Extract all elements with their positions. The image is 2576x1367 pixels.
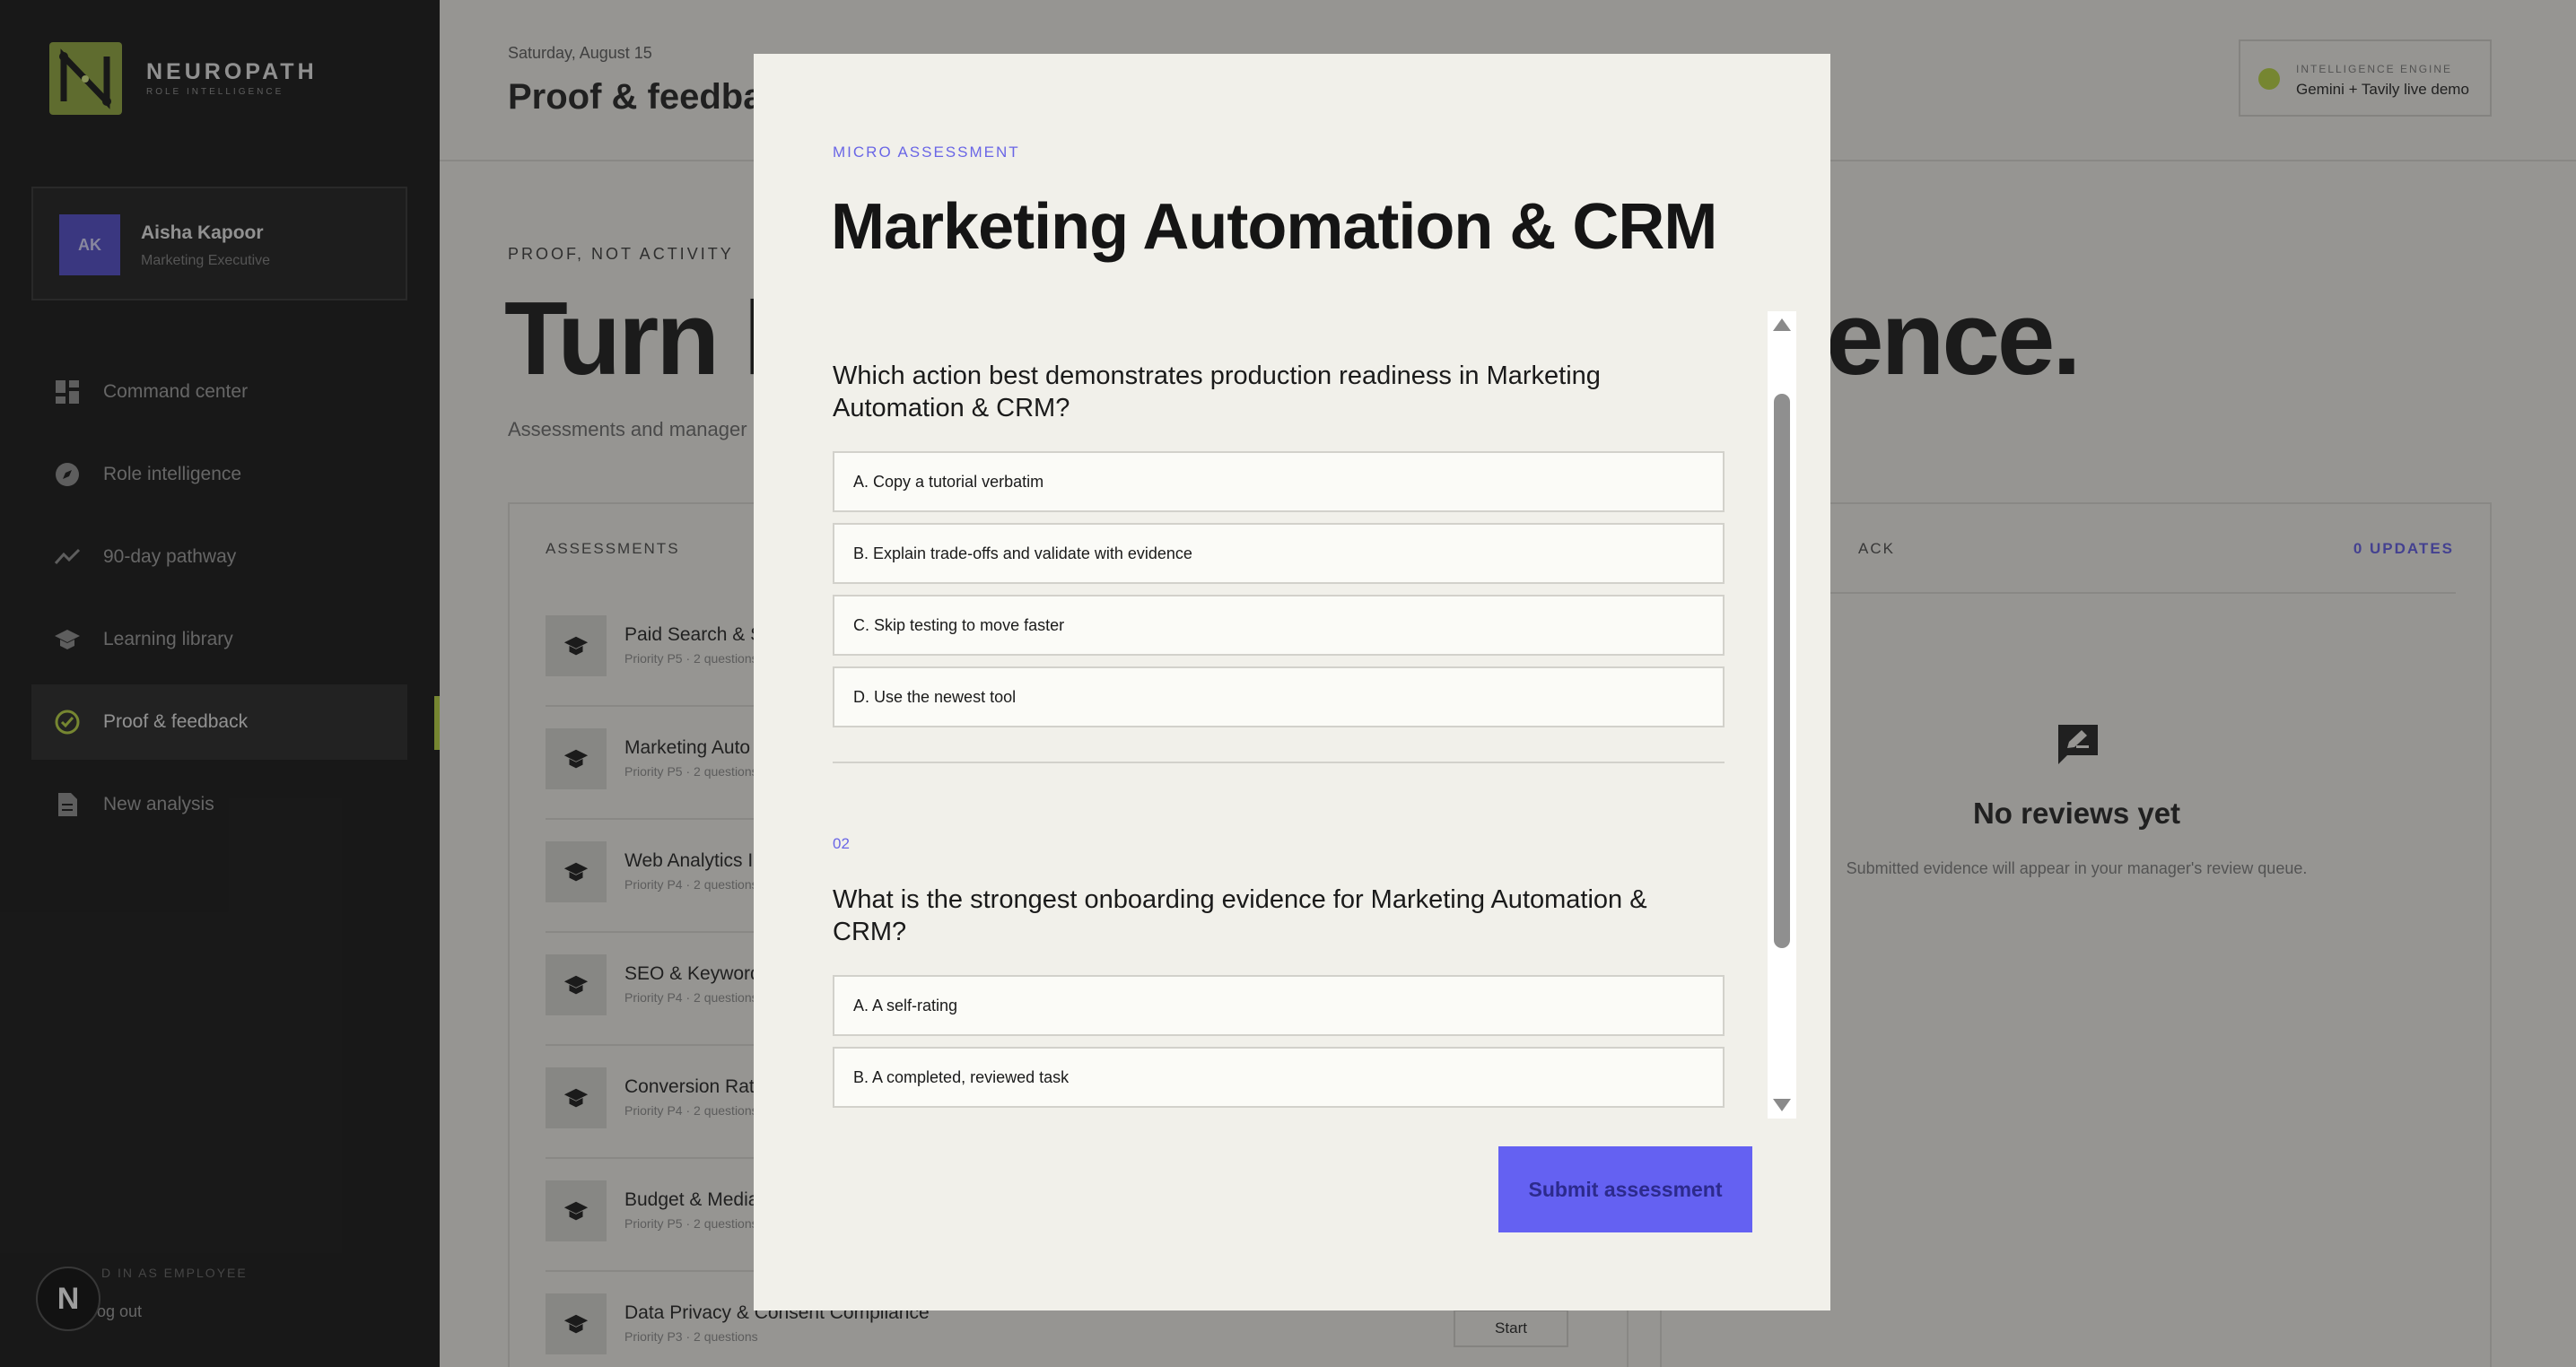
modal-title: Marketing Automation & CRM [831, 191, 1717, 263]
answer-option[interactable]: B. A completed, reviewed task [833, 1047, 1725, 1108]
answer-option[interactable]: C. Skip testing to move faster [833, 595, 1725, 656]
answer-option[interactable]: B. Explain trade-offs and validate with … [833, 523, 1725, 584]
assessment-modal: MICRO ASSESSMENT Marketing Automation & … [754, 54, 1830, 1310]
questions-scroll-area[interactable]: Which action best demonstrates productio… [833, 311, 1766, 1119]
question-number: 02 [833, 835, 850, 852]
scroll-down-icon[interactable] [1773, 1099, 1791, 1111]
question-text: Which action best demonstrates productio… [833, 361, 1601, 422]
scroll-up-icon[interactable] [1773, 318, 1791, 331]
answer-option[interactable]: A. Copy a tutorial verbatim [833, 451, 1725, 512]
answer-option[interactable]: D. Use the newest tool [833, 666, 1725, 727]
modal-kicker: MICRO ASSESSMENT [833, 144, 1020, 161]
questions-list: Which action best demonstrates productio… [833, 311, 1730, 1119]
scrollbar-thumb[interactable] [1774, 394, 1790, 948]
question-number [833, 311, 1730, 329]
scrollbar[interactable] [1768, 311, 1796, 1119]
question-divider [833, 762, 1725, 763]
answer-option[interactable]: A. A self-rating [833, 975, 1725, 1036]
question-text: What is the strongest onboarding evidenc… [833, 885, 1647, 946]
submit-assessment-button[interactable]: Submit assessment [1498, 1146, 1752, 1232]
